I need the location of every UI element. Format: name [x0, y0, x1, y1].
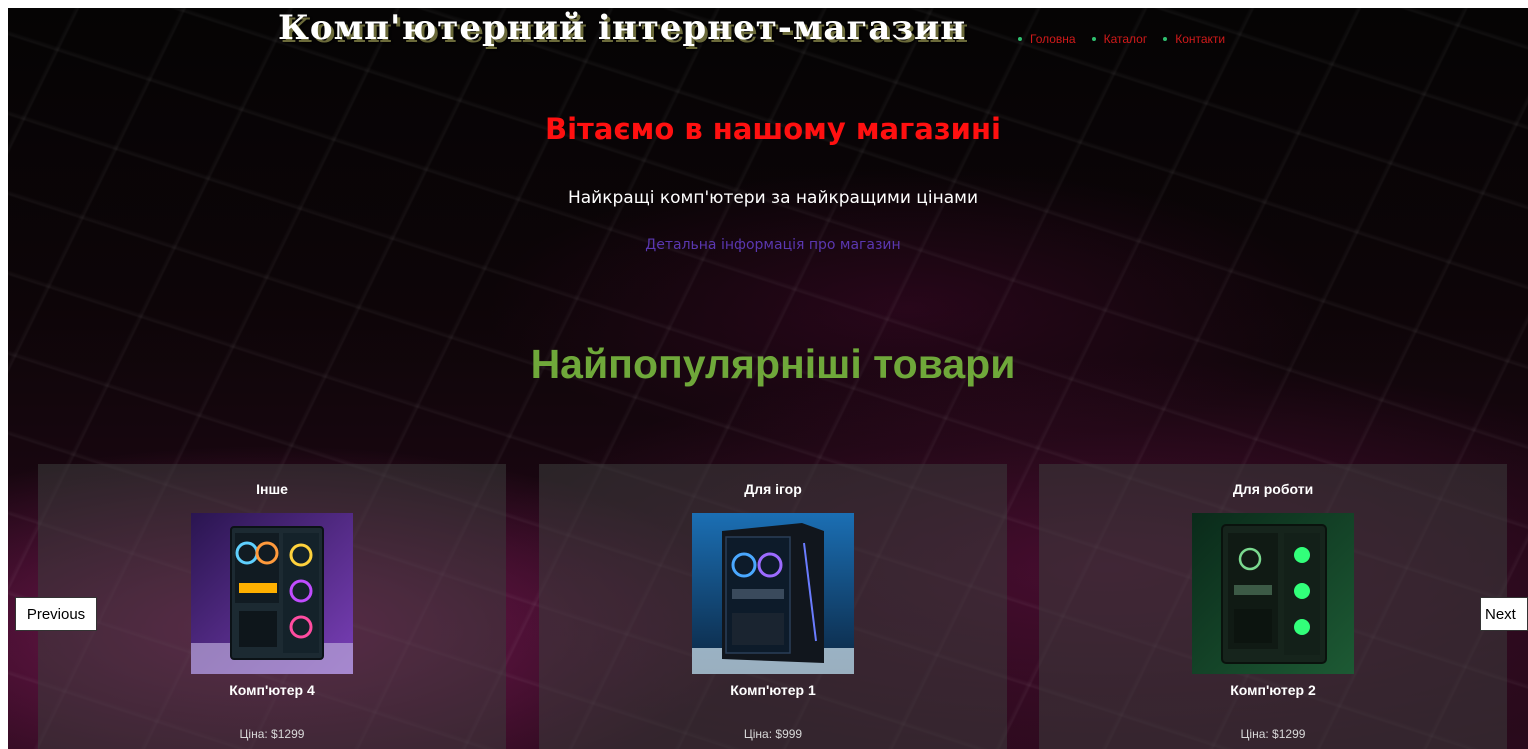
product-category: Інше — [256, 481, 288, 497]
carousel-next-button[interactable]: Next — [1480, 597, 1528, 631]
product-price: Ціна: $1299 — [1240, 727, 1306, 741]
nav-item-home: Головна — [1018, 32, 1076, 46]
tagline: Найкращі комп'ютери за найкращими цінами — [567, 188, 979, 208]
popular-products-heading: Найпопулярніші товари — [530, 341, 1016, 387]
product-name: Комп'ютер 4 — [229, 682, 315, 698]
nav-item-catalog: Каталог — [1091, 32, 1148, 46]
product-price: Ціна: $999 — [743, 727, 803, 741]
product-name: Комп'ютер 1 — [730, 682, 816, 698]
nav-item-contacts: Контакти — [1163, 32, 1225, 46]
site-title: Комп'ютерний інтернет-магазин — [278, 8, 967, 48]
product-category: Для роботи — [1232, 481, 1314, 497]
site-header: Комп'ютерний інтернет-магазин Головна Ка… — [8, 8, 1528, 68]
bullet-icon — [1163, 37, 1168, 41]
nav-link-catalog[interactable]: Каталог — [1104, 32, 1148, 46]
product-image[interactable] — [1192, 513, 1354, 674]
product-image[interactable] — [692, 513, 854, 674]
pc-case-blue-rgb-icon — [692, 513, 854, 674]
product-image[interactable] — [191, 513, 353, 674]
product-carousel: Інше Комп'ютер 4 Ціна: $1299 Для ігор Ко… — [8, 464, 1528, 749]
store-info-link[interactable]: Детальна інформація про магазин — [8, 237, 1528, 253]
product-category: Для ігор — [744, 481, 802, 497]
product-name: Комп'ютер 2 — [1230, 682, 1316, 698]
product-card[interactable]: Для ігор Комп'ютер 1 Ціна: $999 — [539, 464, 1007, 749]
welcome-heading: Вітаємо в нашому магазині — [545, 112, 1001, 146]
product-price: Ціна: $1299 — [239, 727, 305, 741]
nav-link-home[interactable]: Головна — [1030, 32, 1076, 46]
pc-case-purple-rgb-icon — [191, 513, 353, 674]
page-background: Комп'ютерний інтернет-магазин Головна Ка… — [8, 8, 1528, 749]
main-nav: Головна Каталог Контакти — [1018, 32, 1225, 46]
product-card[interactable]: Для роботи Комп'ютер 2 Ціна: $1299 — [1039, 464, 1507, 749]
bullet-icon — [1091, 37, 1096, 41]
pc-case-green-rgb-icon — [1192, 513, 1354, 674]
carousel-previous-button[interactable]: Previous — [15, 597, 97, 631]
nav-link-contacts[interactable]: Контакти — [1175, 32, 1225, 46]
product-card[interactable]: Інше Комп'ютер 4 Ціна: $1299 — [38, 464, 506, 749]
bullet-icon — [1018, 37, 1022, 41]
